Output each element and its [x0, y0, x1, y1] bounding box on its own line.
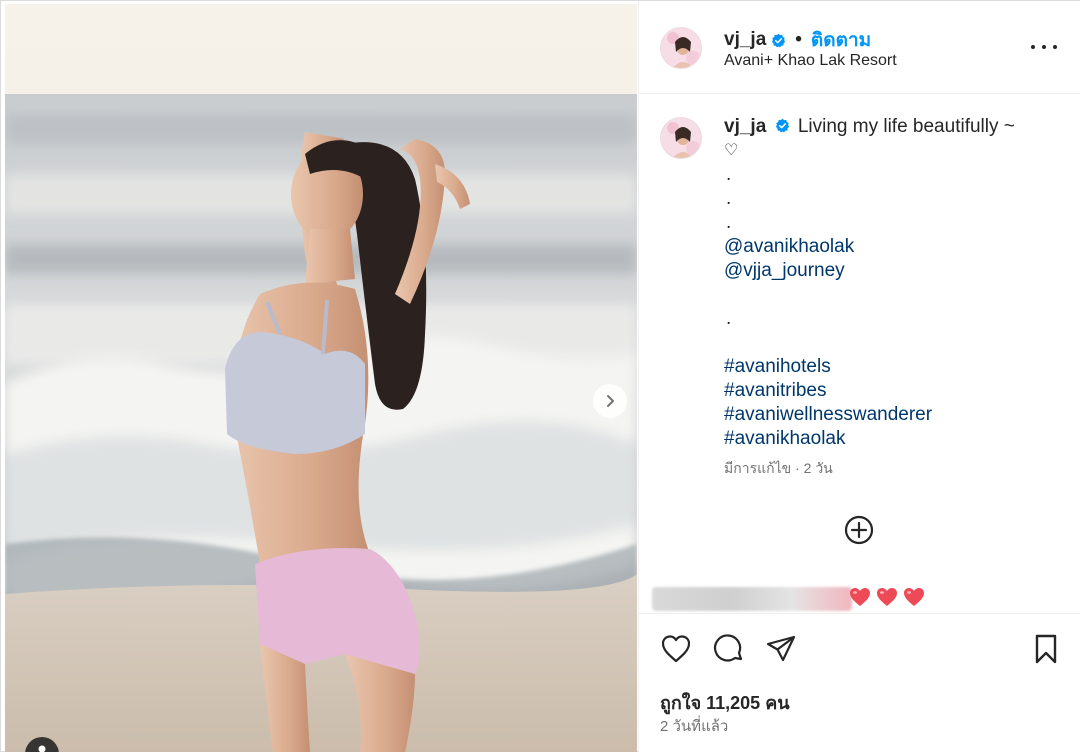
caption-text: vj_ja Living my life beautifully ~ ♡ ...… — [724, 115, 1064, 451]
comment-preview[interactable] — [652, 585, 1072, 613]
profile-picture — [661, 118, 701, 158]
profile-picture — [661, 28, 701, 68]
more-horizontal-icon — [1053, 45, 1057, 49]
more-options-button[interactable] — [1031, 39, 1057, 55]
verified-badge-icon — [775, 118, 789, 133]
mention-link[interactable]: @avanikhaolak — [724, 235, 1064, 259]
more-horizontal-icon — [1042, 45, 1046, 49]
separator-dot: • — [795, 29, 802, 50]
avatar[interactable] — [660, 117, 702, 159]
caption-line: . — [726, 308, 732, 329]
add-comment-icon[interactable] — [843, 514, 875, 546]
hashtag-link[interactable]: #avanihotels — [724, 355, 1064, 379]
caption-line — [724, 283, 1064, 307]
avatar[interactable] — [660, 27, 702, 69]
caption-line: . — [726, 164, 732, 185]
post-header: vj_ja • ติดตาม Avani+ Khao Lak Resort — [639, 1, 1080, 94]
hashtag-link[interactable]: #avanitribes — [724, 379, 1064, 403]
post-author-username[interactable]: vj_ja — [724, 29, 766, 51]
red-heart-emoji-icon — [877, 588, 897, 606]
action-bar: ถูกใจ 11,205 คน 2 วันที่แล้ว — [639, 613, 1080, 752]
caption-username[interactable]: vj_ja — [724, 116, 766, 137]
mention-link[interactable]: @vjja_journey — [724, 259, 1064, 283]
user-icon — [38, 745, 46, 752]
caption-first-line: vj_ja Living my life beautifully ~ — [724, 115, 1064, 139]
post-timestamp[interactable]: 2 วันที่แล้ว — [660, 714, 728, 738]
post-location[interactable]: Avani+ Khao Lak Resort — [724, 52, 897, 70]
red-heart-emoji-icon — [904, 588, 924, 606]
caption-lines: ... @avanikhaolak @vjja_journey. #avanihote… — [724, 163, 1064, 451]
next-image-button[interactable] — [593, 384, 627, 418]
post-author-row: vj_ja • ติดตาม — [724, 25, 871, 55]
caption-line: . — [726, 188, 732, 209]
share-send-icon[interactable] — [764, 632, 798, 666]
red-heart-emoji-icon — [850, 588, 870, 606]
beach-photo — [5, 4, 637, 752]
caption-meta: มีการแก้ไข · 2 วัน — [724, 460, 833, 476]
bookmark-icon[interactable] — [1029, 632, 1063, 666]
post-image[interactable] — [5, 4, 637, 752]
hashtag-link[interactable]: #avanikhaolak — [724, 427, 1064, 451]
caption-line — [724, 331, 1064, 355]
heart-emojis — [848, 585, 926, 609]
verified-badge-icon — [772, 33, 786, 47]
post-side-panel: vj_ja • ติดตาม Avani+ Khao Lak Resort vj… — [638, 1, 1080, 752]
like-count[interactable]: ถูกใจ 11,205 คน — [660, 688, 790, 717]
caption-body: Living my life beautifully ~ — [797, 116, 1015, 137]
follow-button[interactable]: ติดตาม — [811, 25, 871, 55]
comment-bubble-icon[interactable] — [712, 632, 746, 666]
like-heart-icon[interactable] — [659, 632, 693, 666]
more-horizontal-icon — [1031, 45, 1035, 49]
caption-line: . — [726, 212, 732, 233]
chevron-right-icon — [607, 395, 614, 407]
caption-section: vj_ja Living my life beautifully ~ ♡ ...… — [639, 95, 1080, 585]
blurred-comment — [652, 587, 852, 611]
post-window: vj_ja • ติดตาม Avani+ Khao Lak Resort vj… — [0, 0, 1080, 752]
hashtag-link[interactable]: #avaniwellnesswanderer — [724, 403, 1064, 427]
heart-outline-icon: ♡ — [724, 142, 739, 159]
